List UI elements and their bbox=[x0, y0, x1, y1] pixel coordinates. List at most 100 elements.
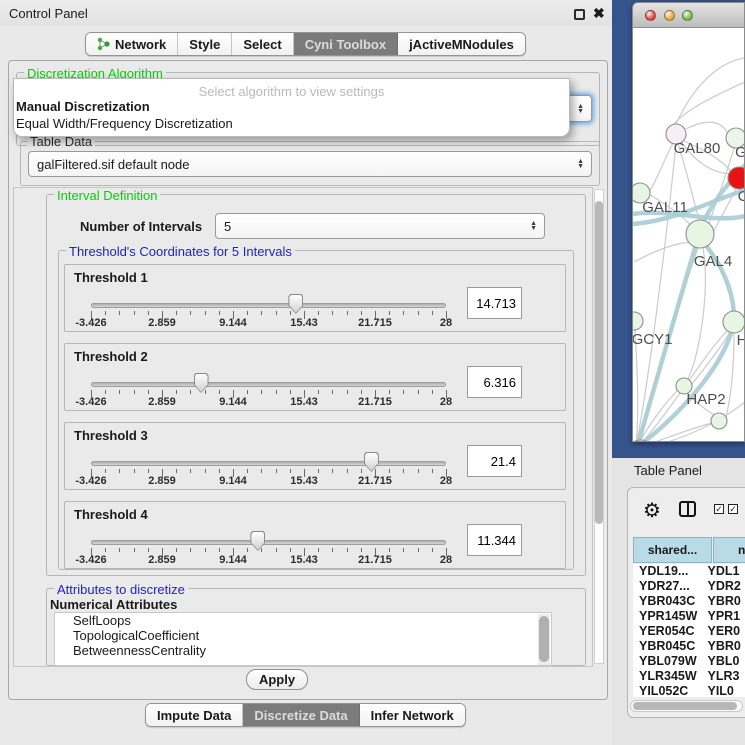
main-scrollbar-thumb[interactable] bbox=[595, 201, 603, 524]
cell-shared-name: YBR045C bbox=[633, 639, 707, 654]
traffic-light-zoom-icon[interactable] bbox=[682, 10, 693, 21]
table-row[interactable]: YBR043CYBR0 bbox=[633, 594, 745, 609]
slider-tick-label: 28 bbox=[424, 554, 468, 566]
table-data-combo[interactable]: galFiltered.sif default node ▲▼ bbox=[28, 151, 592, 177]
threshold-label: Threshold 3 bbox=[74, 428, 148, 443]
slider-tick-label: 28 bbox=[424, 396, 468, 408]
float-window-icon[interactable] bbox=[574, 9, 585, 20]
main-scrollbar[interactable] bbox=[594, 189, 604, 664]
table-hscrollbar-thumb[interactable] bbox=[633, 702, 737, 710]
slider-tick-label: 9.144 bbox=[211, 475, 255, 487]
interval-group-title: Interval Definition bbox=[54, 188, 160, 203]
table-row[interactable]: YBL079WYBL0 bbox=[633, 654, 745, 669]
table-hscrollbar[interactable] bbox=[630, 700, 743, 712]
attributes-scrollbar[interactable] bbox=[538, 614, 550, 666]
network-tab-icon bbox=[97, 37, 110, 51]
num-intervals-label: Number of Intervals bbox=[80, 219, 202, 234]
tab-label: Infer Network bbox=[371, 708, 454, 723]
slider-tick-label: 9.144 bbox=[211, 317, 255, 329]
attribute-item-topologicalcoefficient[interactable]: TopologicalCoefficient bbox=[55, 628, 551, 643]
threshold-panel-1: Threshold 1-3.4262.8599.14415.4321.71528 bbox=[64, 264, 566, 332]
slider-tick-label: -3.426 bbox=[69, 554, 113, 566]
attributes-scrollbar-thumb[interactable] bbox=[539, 616, 549, 662]
network-node[interactable] bbox=[711, 413, 727, 429]
num-intervals-value: 5 bbox=[224, 219, 231, 234]
cell-shared-name: YER054C bbox=[633, 624, 707, 639]
threshold-value-input[interactable] bbox=[467, 524, 522, 556]
table-row[interactable]: YBR045CYBR0 bbox=[633, 639, 745, 654]
network-node-label: GAL4 bbox=[694, 253, 732, 270]
table-row[interactable]: YLR345WYLR3 bbox=[633, 669, 745, 684]
network-edge bbox=[708, 148, 734, 226]
tab-label: Select bbox=[243, 37, 281, 52]
cell-shared-name: YPR145W bbox=[633, 609, 707, 624]
attributes-group-title: Attributes to discretize bbox=[54, 582, 188, 597]
checkbox-icon[interactable]: ✓ bbox=[714, 504, 724, 514]
table-row[interactable]: YER054CYER0 bbox=[633, 624, 745, 639]
threshold-panel-4: Threshold 4-3.4262.8599.14415.4321.71528 bbox=[64, 501, 566, 569]
threshold-value-input[interactable] bbox=[467, 445, 522, 477]
spinner-icon: ▲▼ bbox=[530, 221, 537, 231]
network-view[interactable]: GAL80GACGAL11GAL4GCY1HHAP2 bbox=[633, 29, 745, 442]
slider-tick-label: 21.715 bbox=[353, 554, 397, 566]
spinner-icon: ▲▼ bbox=[577, 104, 584, 114]
popup-item-equal-width-frequency[interactable]: Equal Width/Frequency Discretization bbox=[16, 116, 233, 131]
cell-shared-name: YBR043C bbox=[633, 594, 707, 609]
traffic-light-close-icon[interactable] bbox=[645, 10, 656, 21]
thresholds-group-title: Threshold's Coordinates for 5 Intervals bbox=[66, 244, 295, 259]
column-header-shared[interactable]: shared... bbox=[633, 537, 712, 563]
tab-impute-data[interactable]: Impute Data bbox=[146, 704, 243, 726]
close-icon[interactable]: ✖ bbox=[593, 5, 605, 22]
gear-icon[interactable]: ⚙ bbox=[643, 498, 661, 523]
tab-cyni-toolbox[interactable]: Cyni Toolbox bbox=[294, 33, 398, 55]
algorithm-popup-hint: Select algorithm to view settings bbox=[14, 84, 569, 99]
threshold-label: Threshold 1 bbox=[74, 270, 148, 285]
algorithm-popup: Select algorithm to view settings Manual… bbox=[13, 78, 570, 137]
split-panel-icon[interactable] bbox=[679, 501, 696, 517]
numerical-attributes-label: Numerical Attributes bbox=[50, 597, 177, 612]
slider-tick-label: 21.715 bbox=[353, 317, 397, 329]
network-node-label: GA bbox=[735, 144, 745, 161]
attribute-item-selfloops[interactable]: SelfLoops bbox=[55, 613, 551, 628]
cell-name: YLR3 bbox=[707, 669, 745, 684]
tab-discretize-data[interactable]: Discretize Data bbox=[243, 704, 359, 726]
threshold-slider-track[interactable] bbox=[91, 382, 446, 387]
table-row[interactable]: YIL052CYIL0 bbox=[633, 684, 745, 697]
traffic-light-minimize-icon[interactable] bbox=[664, 10, 675, 21]
popup-item-manual-discretization[interactable]: Manual Discretization bbox=[16, 99, 150, 114]
slider-tick-label: -3.426 bbox=[69, 317, 113, 329]
tab-infer-network[interactable]: Infer Network bbox=[360, 704, 465, 726]
slider-tick-label: 9.144 bbox=[211, 554, 255, 566]
num-intervals-combo[interactable]: 5 ▲▼ bbox=[215, 213, 545, 239]
table-rows: YDL19...YDL1YDR27...YDR2YBR043CYBR0YPR14… bbox=[633, 564, 745, 697]
network-node-gal4[interactable] bbox=[686, 220, 714, 248]
threshold-slider-track[interactable] bbox=[91, 461, 446, 466]
control-panel-titlebar bbox=[0, 0, 612, 26]
network-node[interactable] bbox=[633, 440, 655, 442]
table-row[interactable]: YDL19...YDL1 bbox=[633, 564, 745, 579]
checkbox-icon[interactable]: ✓ bbox=[728, 504, 738, 514]
slider-tick-label: 15.43 bbox=[282, 396, 326, 408]
slider-tick-label: 28 bbox=[424, 317, 468, 329]
tab-label: Impute Data bbox=[157, 708, 231, 723]
network-node-c[interactable] bbox=[728, 167, 745, 189]
slider-tick-label: 2.859 bbox=[140, 554, 184, 566]
tab-select[interactable]: Select bbox=[232, 33, 293, 55]
threshold-value-input[interactable] bbox=[467, 366, 522, 398]
threshold-slider-track[interactable] bbox=[91, 303, 446, 308]
table-row[interactable]: YPR145WYPR1 bbox=[633, 609, 745, 624]
network-node-gcy1[interactable] bbox=[633, 312, 643, 330]
table-row[interactable]: YDR27...YDR2 bbox=[633, 579, 745, 594]
network-node-h[interactable] bbox=[723, 311, 745, 333]
tab-network[interactable]: Network bbox=[86, 33, 178, 55]
cell-name: YBR0 bbox=[707, 594, 745, 609]
tab-label: Style bbox=[189, 37, 220, 52]
apply-button[interactable]: Apply bbox=[246, 669, 308, 690]
threshold-value-input[interactable] bbox=[467, 287, 522, 319]
tab-style[interactable]: Style bbox=[178, 33, 232, 55]
threshold-slider-track[interactable] bbox=[91, 540, 446, 545]
attribute-item-betweennesscentrality[interactable]: BetweennessCentrality bbox=[55, 643, 551, 658]
column-header-name[interactable]: n bbox=[713, 537, 745, 563]
screen: Control Panel ✖ NetworkStyleSelectCyni T… bbox=[0, 0, 745, 745]
tab-jactivemnodules[interactable]: jActiveMNodules bbox=[398, 33, 525, 55]
